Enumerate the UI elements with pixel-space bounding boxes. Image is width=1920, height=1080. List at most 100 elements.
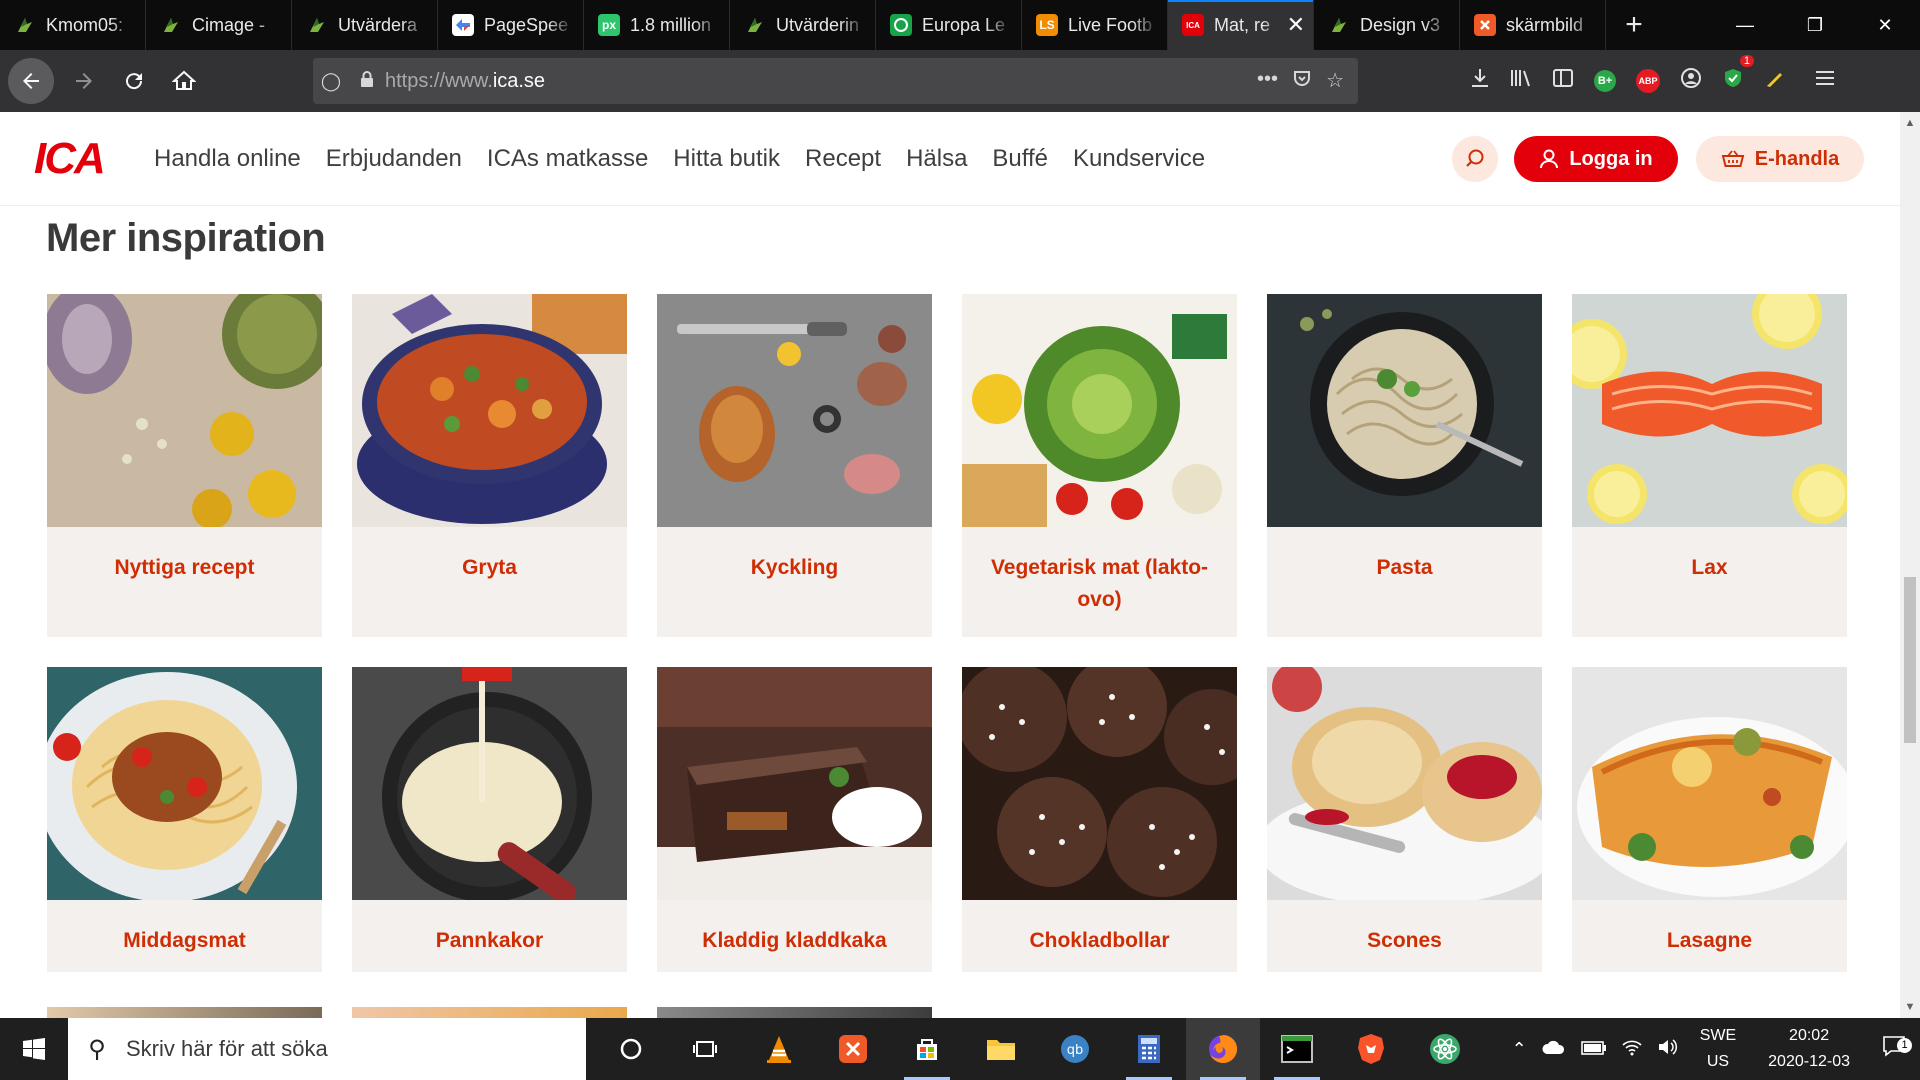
- toolbar-extensions: B+ ABP 1: [1470, 50, 1836, 112]
- nav-link-8[interactable]: Kundservice: [1073, 145, 1205, 173]
- close-window-button[interactable]: ✕: [1850, 0, 1920, 50]
- tab-active[interactable]: ICA Mat, re ✕: [1168, 0, 1314, 50]
- tab[interactable]: Design v3: [1314, 0, 1460, 50]
- reload-button[interactable]: [114, 61, 154, 101]
- recipe-category-card[interactable]: Middagsmat: [47, 667, 322, 972]
- tab[interactable]: skärmbild: [1460, 0, 1606, 50]
- cortana-icon: [620, 1038, 642, 1060]
- scroll-down-arrow[interactable]: ▼: [1900, 996, 1920, 1018]
- taskbar-app-atom[interactable]: [1408, 1018, 1482, 1080]
- recipe-category-card[interactable]: Lasagne: [1572, 667, 1847, 972]
- tab-title: Live Footb: [1068, 14, 1153, 35]
- clock-date: 2020-12-03: [1768, 1053, 1850, 1070]
- keyboard-layout: US: [1706, 1053, 1730, 1070]
- clock[interactable]: 20:02 2020-12-03: [1750, 1023, 1868, 1075]
- scrollbar-thumb[interactable]: [1904, 577, 1916, 743]
- taskbar-app-firefox[interactable]: [1186, 1018, 1260, 1080]
- login-button[interactable]: Logga in: [1514, 136, 1678, 182]
- taskbar-app-calculator[interactable]: [1112, 1018, 1186, 1080]
- tab[interactable]: Utvärdera: [292, 0, 438, 50]
- back-button[interactable]: [8, 58, 54, 104]
- taskbar-app-brave[interactable]: [1334, 1018, 1408, 1080]
- recipe-category-card[interactable]: Nyttiga recept: [47, 294, 322, 637]
- nav-link-1[interactable]: Handla online: [154, 145, 301, 173]
- bookmark-star-icon[interactable]: ☆: [1326, 68, 1344, 94]
- sidebar-icon[interactable]: [1552, 68, 1574, 94]
- shield-check-extension-icon[interactable]: 1: [1722, 55, 1754, 95]
- scroll-up-arrow[interactable]: ▲: [1900, 112, 1920, 134]
- grammar-extension-icon[interactable]: B+: [1594, 70, 1616, 92]
- recipe-category-card[interactable]: Pasta: [1267, 294, 1542, 637]
- firefox-icon: [1209, 1034, 1238, 1063]
- taskbar-app-store[interactable]: [890, 1018, 964, 1080]
- tab[interactable]: Cimage -: [146, 0, 292, 50]
- tab[interactable]: Kmom05:: [0, 0, 146, 50]
- recipe-category-card[interactable]: Kyckling: [657, 294, 932, 637]
- nav-link-6[interactable]: Hälsa: [906, 145, 967, 173]
- nav-link-2[interactable]: Erbjudanden: [326, 145, 462, 173]
- wifi-icon[interactable]: [1614, 1038, 1650, 1061]
- recipe-category-card[interactable]: Chokladbollar: [962, 667, 1237, 972]
- input-language[interactable]: SWE US: [1686, 1023, 1750, 1075]
- nav-link-5[interactable]: Recept: [805, 145, 881, 173]
- reload-icon: [126, 73, 143, 90]
- ica-logo[interactable]: ICA: [34, 134, 132, 184]
- taskbar-app-xampp[interactable]: [816, 1018, 890, 1080]
- battery-icon[interactable]: [1574, 1039, 1614, 1060]
- tab[interactable]: px 1.8 million: [584, 0, 730, 50]
- shield-icon[interactable]: ◯: [313, 71, 349, 92]
- close-tab-icon[interactable]: ✕: [1287, 12, 1305, 38]
- start-button[interactable]: [0, 1018, 68, 1080]
- taskbar-app-qbittorrent[interactable]: qb: [1038, 1018, 1112, 1080]
- web-page: ICA Handla online Erbjudanden ICAs matkass…: [0, 112, 1900, 1018]
- tab[interactable]: LS Live Footb: [1022, 0, 1168, 50]
- card-label: Pannkakor: [435, 929, 544, 952]
- url-text[interactable]: https://www.ica.se: [385, 70, 545, 93]
- taskbar-search[interactable]: ⚲ Skriv här för att söka: [68, 1018, 586, 1080]
- cortana-button[interactable]: [594, 1018, 668, 1080]
- nav-link-3[interactable]: ICAs matkasse: [487, 145, 648, 173]
- web-icon: [744, 14, 766, 36]
- tab[interactable]: Utvärderin: [730, 0, 876, 50]
- ehandla-button[interactable]: E-handla: [1696, 136, 1864, 182]
- forward-button[interactable]: [64, 61, 104, 101]
- onedrive-icon[interactable]: [1534, 1039, 1574, 1060]
- recipe-category-card[interactable]: Pannkakor: [352, 667, 627, 972]
- vegetables-pumpkin-image: [47, 294, 322, 527]
- recipe-category-card[interactable]: Vegetarisk mat (lakto-ovo): [962, 294, 1237, 637]
- page-actions-menu[interactable]: •••: [1257, 68, 1278, 94]
- stew-pot-image: [352, 294, 627, 527]
- new-tab-button[interactable]: +: [1606, 0, 1662, 50]
- account-icon[interactable]: [1680, 67, 1702, 95]
- recipe-category-card[interactable]: Gryta: [352, 294, 627, 637]
- pocket-icon[interactable]: [1292, 68, 1312, 94]
- hamburger-menu-icon[interactable]: [1814, 68, 1836, 94]
- library-icon[interactable]: [1510, 68, 1532, 94]
- adblock-plus-icon[interactable]: ABP: [1636, 69, 1660, 93]
- task-view-button[interactable]: [668, 1018, 742, 1080]
- home-button[interactable]: [164, 61, 204, 101]
- recipe-category-card[interactable]: Scones: [1267, 667, 1542, 972]
- recipe-category-card[interactable]: Lax: [1572, 294, 1847, 637]
- taskbar-app-file-explorer[interactable]: [964, 1018, 1038, 1080]
- search-button[interactable]: [1452, 136, 1498, 182]
- nav-link-4[interactable]: Hitta butik: [673, 145, 780, 173]
- minimize-button[interactable]: —: [1710, 0, 1780, 50]
- taskbar-app-vlc[interactable]: [742, 1018, 816, 1080]
- nav-link-7[interactable]: Buffé: [992, 145, 1048, 173]
- tab[interactable]: PageSpee: [438, 0, 584, 50]
- action-center-button[interactable]: 1: [1868, 1035, 1920, 1063]
- download-icon[interactable]: [1470, 67, 1490, 95]
- pen-extension-icon[interactable]: [1764, 67, 1786, 95]
- volume-icon[interactable]: [1650, 1038, 1686, 1061]
- restore-button[interactable]: ❐: [1780, 0, 1850, 50]
- recipe-category-card[interactable]: Kladdig kladdkaka: [657, 667, 932, 972]
- show-hidden-icons-icon[interactable]: ⌃: [1505, 1039, 1534, 1060]
- url-domain: ica.se: [492, 69, 546, 92]
- page-scrollbar[interactable]: ▲ ▼: [1900, 112, 1920, 1018]
- tab[interactable]: Europa Le: [876, 0, 1022, 50]
- address-bar[interactable]: ◯ https://www.ica.se ••• ☆: [313, 58, 1358, 104]
- ica-icon: ICA: [1182, 14, 1204, 36]
- pasta-bowl-image: [1267, 294, 1542, 527]
- taskbar-app-terminal[interactable]: [1260, 1018, 1334, 1080]
